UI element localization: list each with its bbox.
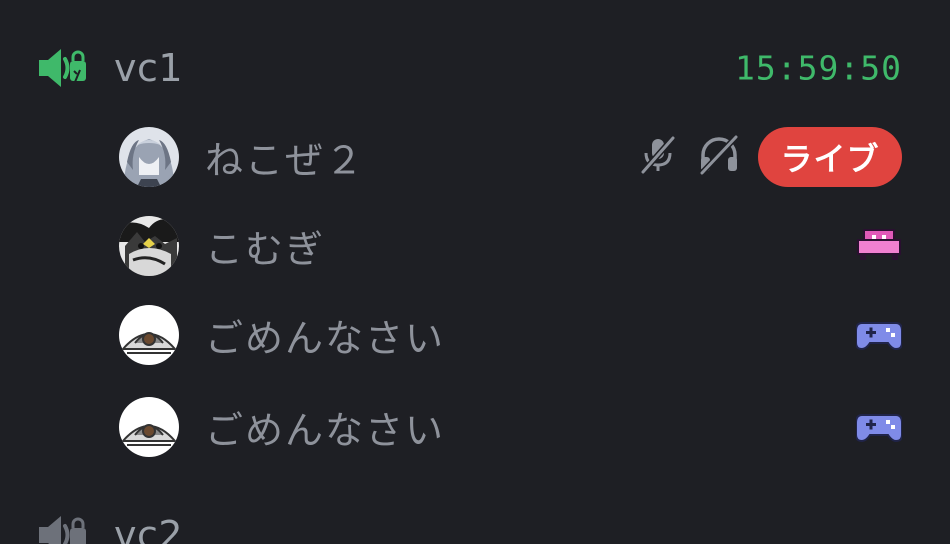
user-name: ごめんなさい: [205, 316, 446, 361]
headphones-deafened-icon: [698, 134, 740, 179]
pink-couch-icon: [856, 224, 902, 268]
user-name: ごめんなさい: [205, 408, 446, 453]
call-duration-timer: 15:59:50: [735, 48, 902, 88]
gamepad-icon: [855, 313, 903, 357]
user-avatar[interactable]: [119, 216, 179, 276]
user-avatar[interactable]: [119, 305, 179, 365]
voice-channel-list: vc1 15:59:50 ねこぜ２ ライブ こむぎ ごめんなさい ごめんなさい …: [0, 0, 950, 544]
voice-user-row[interactable]: ねこぜ２ ライブ: [0, 118, 950, 196]
speaker-lock-icon: [36, 510, 92, 544]
voice-user-row[interactable]: こむぎ: [0, 207, 950, 285]
channel-name: vc2: [114, 513, 184, 544]
voice-channel-vc1[interactable]: vc1 15:59:50: [0, 33, 950, 103]
live-badge[interactable]: ライブ: [758, 127, 902, 187]
mic-muted-icon: [638, 135, 678, 179]
channel-name: vc1: [114, 46, 184, 90]
voice-channel-vc2[interactable]: vc2: [0, 500, 950, 544]
user-name: ねこぜ２: [205, 138, 366, 183]
user-name: こむぎ: [205, 227, 326, 272]
speaker-lock-icon: [36, 43, 92, 93]
user-avatar[interactable]: [119, 127, 179, 187]
voice-user-row[interactable]: ごめんなさい: [0, 296, 950, 374]
gamepad-icon: [855, 405, 903, 449]
voice-user-row[interactable]: ごめんなさい: [0, 388, 950, 466]
user-avatar[interactable]: [119, 397, 179, 457]
